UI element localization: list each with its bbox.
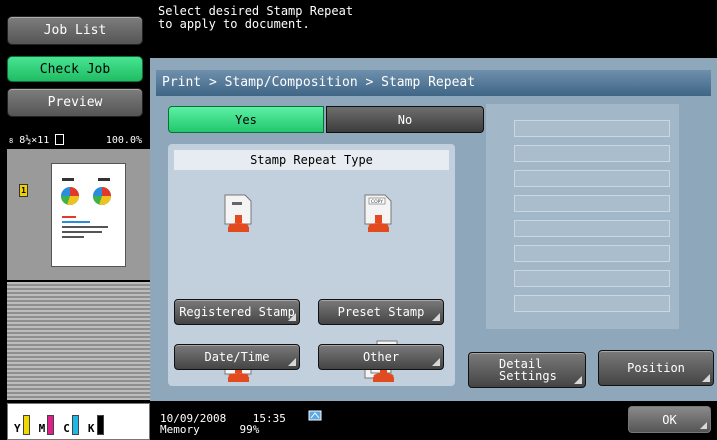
left-sidebar: Job List Check Job Preview 8 8½×11 100.0… (0, 0, 150, 440)
toner-yellow-bar (22, 415, 30, 435)
stamp-repeat-type-header: Stamp Repeat Type (174, 150, 449, 170)
list-slot[interactable] (514, 220, 670, 237)
breadcrumb: Print > Stamp/Composition > Stamp Repeat (156, 70, 711, 96)
position-button[interactable]: Position (598, 350, 714, 386)
toner-black: K (88, 415, 104, 435)
registered-stamp-icon (224, 194, 252, 232)
toner-black-bar (96, 415, 104, 435)
list-slot[interactable] (514, 195, 670, 212)
toner-cyan-label: C (63, 422, 70, 435)
toner-magenta-label: M (38, 422, 46, 435)
main-panel: Print > Stamp/Composition > Stamp Repeat… (150, 58, 717, 401)
preset-stamp-icon-text: COPY (371, 199, 383, 205)
preset-stamp-icon: COPY (364, 194, 392, 232)
page-thumbnail (51, 163, 126, 267)
list-slot[interactable] (514, 170, 670, 187)
date-time-button[interactable]: Date/Time (174, 344, 300, 370)
toner-yellow: Y (14, 415, 30, 435)
no-button[interactable]: No (326, 106, 484, 133)
instruction-message: Select desired Stamp Repeat to apply to … (150, 0, 717, 58)
detail-settings-button[interactable]: Detail Settings (468, 352, 586, 388)
list-slot[interactable] (514, 295, 670, 312)
job-list-button[interactable]: Job List (7, 16, 143, 45)
detail-settings-label-line-2: Settings (499, 369, 557, 383)
memory-label: Memory (160, 423, 200, 436)
toner-black-label: K (87, 422, 95, 435)
ok-button[interactable]: OK (628, 406, 711, 433)
zoom-ratio: 100.0% (105, 135, 142, 146)
network-status-icon (308, 410, 322, 421)
check-job-button[interactable]: Check Job (7, 56, 143, 82)
list-slot[interactable] (514, 270, 670, 287)
yes-button[interactable]: Yes (168, 106, 324, 133)
toner-cyan: C (63, 415, 79, 435)
list-slot[interactable] (514, 120, 670, 137)
footer-datetime: 10/09/2008 15:35 Memory 99% (160, 413, 286, 435)
preview-page-number: 8 (9, 136, 14, 145)
toner-levels: Y M C K (7, 403, 150, 440)
document-thumbnail-icon (60, 178, 112, 238)
portrait-icon (55, 133, 65, 148)
copies-badge: 1 (19, 184, 28, 197)
stamp-list-panel (486, 104, 679, 329)
preview-button[interactable]: Preview (7, 88, 143, 117)
toner-magenta-bar (47, 415, 55, 435)
toner-magenta: M (39, 415, 55, 435)
instruction-line-2: to apply to document. (158, 17, 310, 31)
toner-yellow-label: Y (14, 422, 21, 435)
toner-cyan-bar (71, 415, 79, 435)
list-slot[interactable] (514, 245, 670, 262)
status-footer: 10/09/2008 15:35 Memory 99% OK (150, 401, 717, 440)
paper-size: 8½×11 (19, 135, 50, 146)
list-slot[interactable] (514, 145, 670, 162)
preset-stamp-button[interactable]: Preset Stamp (318, 299, 444, 325)
preview-info-bar: 8 8½×11 100.0% (7, 132, 150, 149)
sidebar-divider-pattern (7, 282, 150, 400)
registered-stamp-button[interactable]: Registered Stamp (174, 299, 300, 325)
other-button[interactable]: Other (318, 344, 444, 370)
memory-value: 99% (239, 423, 260, 436)
preview-panel: 8 8½×11 100.0% 1 (7, 132, 150, 280)
